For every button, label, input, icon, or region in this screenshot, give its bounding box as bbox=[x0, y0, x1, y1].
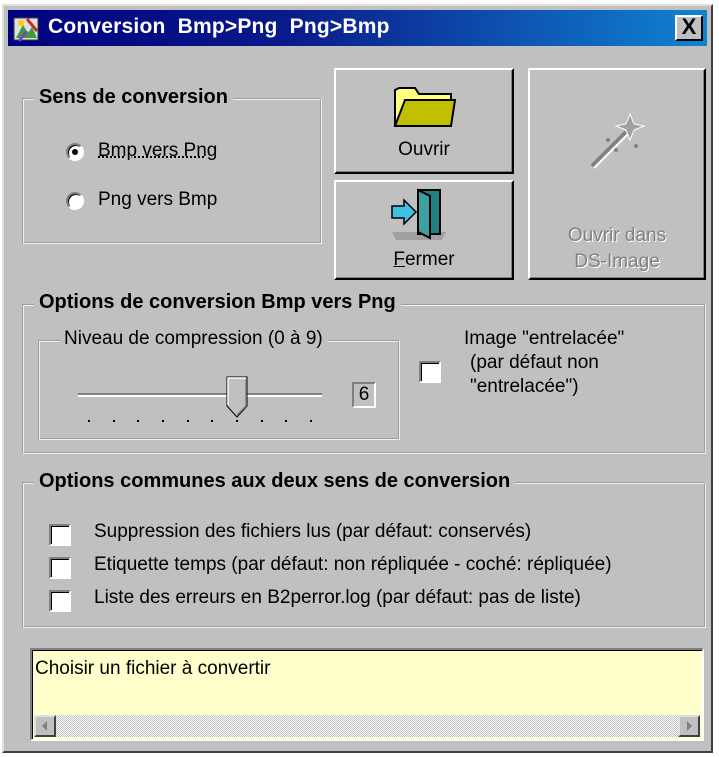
folder-icon bbox=[393, 87, 457, 127]
bmp-png-options-legend: Options de conversion Bmp vers Png bbox=[34, 291, 401, 314]
app-icon bbox=[13, 17, 39, 42]
compression-slider[interactable] bbox=[78, 376, 328, 426]
compression-group-legend: Niveau de compression (0 à 9) bbox=[59, 328, 328, 350]
slider-tick bbox=[137, 420, 140, 422]
slider-track bbox=[78, 393, 322, 397]
slider-thumb[interactable] bbox=[226, 376, 248, 418]
radio-png-to-bmp[interactable] bbox=[66, 192, 84, 210]
slider-tick bbox=[112, 420, 115, 422]
slider-tick bbox=[186, 420, 189, 422]
status-box: Choisir un fichier à convertir bbox=[30, 648, 704, 741]
arrow-right-icon bbox=[687, 721, 692, 731]
interlace-label-line3: "entrelacée") bbox=[470, 376, 579, 397]
open-in-ds-image-label-line2: DS-Image bbox=[574, 251, 660, 272]
interlace-label-line1: Image "entrelacée" bbox=[464, 328, 625, 349]
magic-wand-icon bbox=[590, 112, 646, 169]
open-button[interactable]: Ouvrir bbox=[334, 68, 514, 174]
radio-bmp-to-png[interactable] bbox=[66, 143, 84, 161]
scroll-right-button[interactable] bbox=[678, 715, 700, 737]
arrow-left-icon bbox=[42, 721, 47, 731]
interlace-label-line2: (par défaut non bbox=[470, 352, 599, 373]
radio-selected-dot bbox=[72, 149, 78, 155]
conversion-window: Conversion Bmp>Png Png>Bmp X Sens de con… bbox=[2, 4, 713, 753]
horizontal-scrollbar[interactable] bbox=[34, 715, 700, 737]
slider-tick bbox=[211, 420, 214, 422]
error-log-label: Liste des erreurs en B2perror.log (par d… bbox=[94, 587, 581, 608]
slider-tick bbox=[236, 420, 238, 422]
close-window-button[interactable]: X bbox=[675, 15, 703, 41]
slider-tick bbox=[162, 420, 164, 422]
slider-ticks bbox=[78, 420, 328, 424]
direction-group bbox=[22, 98, 322, 244]
exit-door-icon bbox=[391, 188, 446, 240]
open-in-ds-image-label-line1: Ouvrir dans bbox=[567, 225, 667, 246]
interlace-checkbox[interactable] bbox=[419, 361, 441, 383]
title-bar[interactable]: Conversion Bmp>Png Png>Bmp X bbox=[8, 10, 707, 46]
slider-tick bbox=[285, 420, 288, 422]
open-button-label: Ouvrir bbox=[398, 139, 450, 160]
close-icon: X bbox=[681, 14, 697, 39]
timestamp-label: Etiquette temps (par défaut: non répliqu… bbox=[94, 554, 612, 575]
radio-png-to-bmp-label[interactable]: Png vers Bmp bbox=[98, 189, 217, 211]
delete-files-checkbox[interactable] bbox=[49, 524, 71, 546]
delete-files-label: Suppression des fichiers lus (par défaut… bbox=[94, 521, 532, 542]
slider-tick bbox=[260, 420, 263, 422]
common-options-legend: Options communes aux deux sens de conver… bbox=[34, 470, 516, 493]
slider-tick bbox=[88, 420, 90, 422]
direction-group-legend: Sens de conversion bbox=[34, 86, 233, 109]
compression-value: 6 bbox=[352, 382, 376, 408]
error-log-checkbox[interactable] bbox=[49, 590, 71, 612]
slider-tick bbox=[310, 420, 312, 422]
status-message: Choisir un fichier à convertir bbox=[35, 658, 271, 679]
timestamp-checkbox[interactable] bbox=[49, 557, 71, 579]
radio-bmp-to-png-label[interactable]: Bmp vers Png bbox=[98, 140, 217, 162]
scroll-left-button[interactable] bbox=[34, 715, 56, 737]
open-in-ds-image-button[interactable]: Ouvrir dans DS-Image bbox=[528, 68, 706, 280]
close-button-label: Fermer bbox=[393, 249, 455, 270]
close-button[interactable]: Fermer bbox=[334, 180, 514, 280]
window-title: Conversion Bmp>Png Png>Bmp bbox=[48, 15, 390, 38]
